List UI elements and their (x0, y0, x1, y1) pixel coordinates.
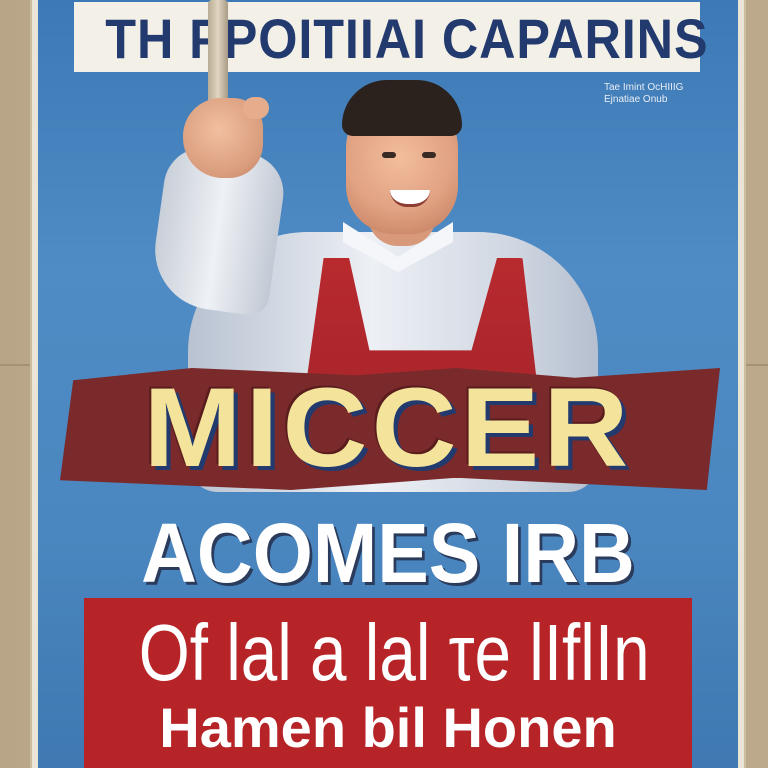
side-note-line-1: Tae Imint OcHIIIG (604, 82, 684, 93)
poster-title: TH PPOITIIAI CAPARINS (105, 7, 709, 70)
top-banner: TH PPOITIIAI CAPARINS (74, 2, 709, 72)
poster-headline: MICCER (143, 365, 633, 490)
figure-eye-right (422, 152, 436, 158)
side-note-line-2: Ejnatiae Onub (604, 94, 668, 105)
campaign-poster: TH PPOITIIAI CAPARINS Tae Imint OcHIIIG … (38, 0, 738, 768)
slogan-line-2: Hamen bil Honen (159, 696, 617, 759)
slogan-line-1: Of lal a lal τe lIflIn (138, 608, 650, 697)
figure-thumb (243, 97, 269, 119)
red-slogan-box: Of lal a lal τe lIflIn Hamen bil Honen (84, 598, 692, 768)
figure-hair (342, 80, 462, 136)
poster-subhead: ACOMES IRB (141, 506, 635, 600)
figure-eye-left (382, 152, 396, 158)
side-note: Tae Imint OcHIIIG Ejnatiae Onub (604, 82, 724, 106)
